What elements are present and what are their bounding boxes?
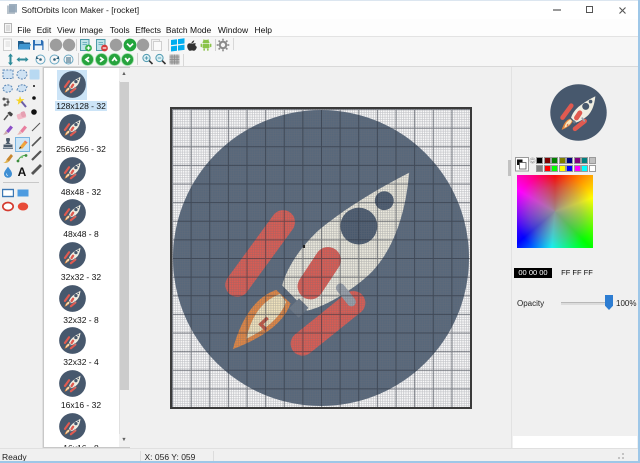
svg-text:A: A — [18, 165, 27, 178]
